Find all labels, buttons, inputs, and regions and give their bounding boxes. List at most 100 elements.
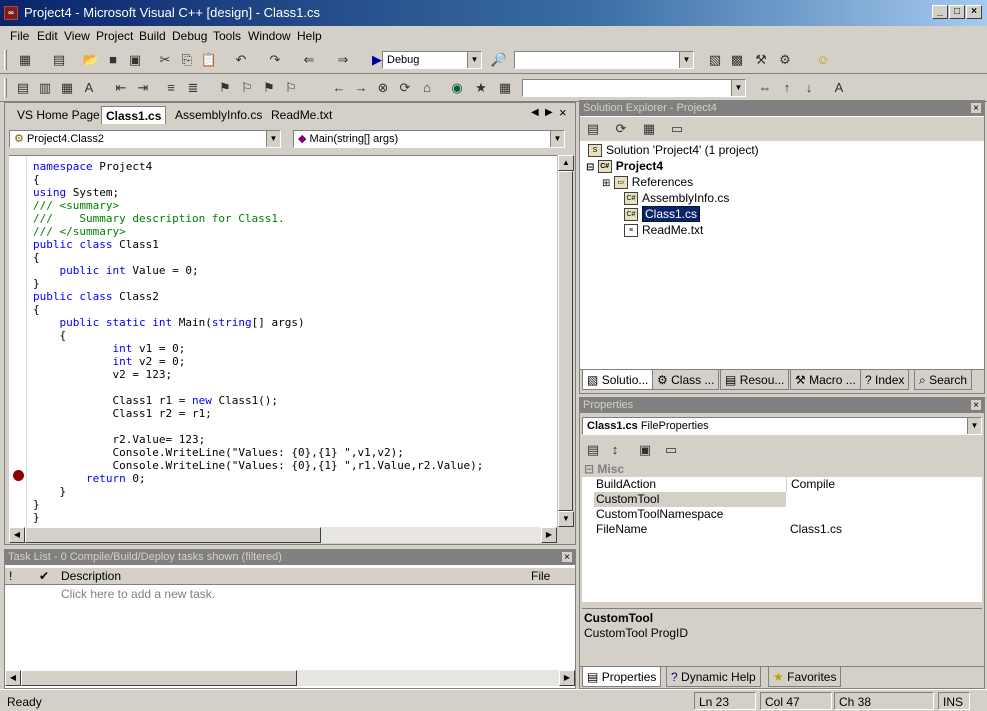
expand-icon[interactable]: ⊞ <box>602 178 610 189</box>
comment-icon[interactable]: ≡ <box>162 79 180 97</box>
find-in-files-icon[interactable]: 🔎 <box>490 51 508 69</box>
tab-index[interactable]: ? Index <box>860 370 910 390</box>
properties-title[interactable]: Properties × <box>580 398 984 413</box>
code-line[interactable]: r2.Value= 123; <box>33 433 205 446</box>
solution-explorer-icon[interactable]: ▧ <box>706 51 724 69</box>
hscroll-thumb[interactable] <box>25 527 321 543</box>
code-line[interactable]: int v2 = 0; <box>33 355 185 368</box>
code-line[interactable]: } <box>33 498 40 511</box>
tab-scroll-right-icon[interactable]: ▶ <box>545 107 553 118</box>
close-icon[interactable]: × <box>561 551 573 563</box>
close-icon[interactable]: × <box>970 102 982 114</box>
scroll-right-icon[interactable]: ▶ <box>559 670 575 686</box>
code-line[interactable]: Class1 r1 = new Class1(); <box>33 394 278 407</box>
category-misc[interactable]: ⊟ Misc <box>582 462 982 477</box>
add-task-placeholder[interactable]: Click here to add a new task. <box>61 587 215 601</box>
scroll-right-icon[interactable]: ▶ <box>541 527 557 543</box>
events-icon[interactable]: ▭ <box>662 441 680 459</box>
up-arrow-icon[interactable]: ↑ <box>778 79 796 97</box>
close-button[interactable]: × <box>966 5 982 19</box>
menu-edit[interactable]: Edit <box>37 29 58 43</box>
code-line[interactable]: Console.WriteLine("Values: {0},{1} ",v1,… <box>33 446 403 459</box>
priority-column-header[interactable]: ! <box>9 569 12 583</box>
sync-arrows-icon[interactable]: ⇔ <box>756 79 774 97</box>
code-line[interactable]: } <box>33 485 66 498</box>
scroll-thumb[interactable] <box>558 171 573 511</box>
tree-item-references[interactable]: ⊞ ▭ References <box>602 174 693 190</box>
scroll-down-icon[interactable]: ▼ <box>558 511 574 527</box>
code-line[interactable]: } <box>33 277 40 290</box>
code-line[interactable]: { <box>33 173 40 186</box>
forward-arrow-icon[interactable]: → <box>352 79 370 97</box>
code-line[interactable]: v2 = 123; <box>33 368 172 381</box>
menu-file[interactable]: File <box>10 29 29 43</box>
app-icon[interactable]: ∞ <box>4 6 18 20</box>
code-line[interactable]: public class Class2 <box>33 290 159 303</box>
breakpoint-icon[interactable] <box>13 470 24 481</box>
code-line[interactable]: int v1 = 0; <box>33 342 185 355</box>
font-size-icon[interactable]: ▦ <box>496 79 514 97</box>
url-combo[interactable]: ▼ <box>522 79 746 97</box>
collapse-icon[interactable]: ⊟ <box>584 462 594 476</box>
property-row[interactable]: BuildAction Compile <box>594 477 982 492</box>
checked-column-header[interactable]: ✔ <box>39 569 49 583</box>
down-arrow-icon[interactable]: ↓ <box>800 79 818 97</box>
tasklist-horizontal-scrollbar[interactable]: ◀ ▶ <box>5 670 575 686</box>
task-list-title[interactable]: Task List - 0 Compile/Build/Deploy tasks… <box>5 550 575 565</box>
undo-icon[interactable]: ↶ <box>232 51 250 69</box>
bookmark-toggle-icon[interactable]: ⚑ <box>216 79 234 97</box>
save-all-icon[interactable]: ▣ <box>126 51 144 69</box>
toolbar-grip[interactable] <box>4 50 7 70</box>
tree-item-readme[interactable]: ≡ ReadMe.txt <box>624 222 703 238</box>
bookmark-prev-icon[interactable]: ⚑ <box>260 79 278 97</box>
categorized-icon[interactable]: ▤ <box>584 441 602 459</box>
tree-item-assemblyinfo[interactable]: C# AssemblyInfo.cs <box>624 190 729 206</box>
maximize-button[interactable]: □ <box>949 5 965 19</box>
tab-scroll-left-icon[interactable]: ◀ <box>531 107 539 118</box>
favorites-icon[interactable]: ★ <box>472 79 490 97</box>
toolbar-grip[interactable] <box>4 78 7 98</box>
tab-resource-view[interactable]: ▤ Resou... <box>720 370 790 390</box>
menu-build[interactable]: Build <box>139 29 166 43</box>
code-line[interactable]: /// </summary> <box>33 225 126 238</box>
title-bar[interactable]: ∞ Project4 - Microsoft Visual C++ [desig… <box>0 0 987 26</box>
code-line[interactable]: public class Class1 <box>33 238 159 251</box>
tab-macro-explorer[interactable]: ⚒ Macro ... <box>790 370 861 390</box>
tab-dynamic-help[interactable]: ? Dynamic Help <box>666 667 761 687</box>
tree-project[interactable]: ⊟ C# Project4 <box>586 158 663 174</box>
properties-icon[interactable]: ▤ <box>584 120 602 138</box>
code-line[interactable]: { <box>33 251 40 264</box>
refresh-icon[interactable]: ⟳ <box>396 79 414 97</box>
tab-solution-explorer[interactable]: ▧ Solutio... <box>582 370 654 390</box>
close-tab-icon[interactable]: × <box>559 105 567 120</box>
property-pages-icon[interactable]: ▣ <box>636 441 654 459</box>
menu-window[interactable]: Window <box>248 29 291 43</box>
word-completion-icon[interactable]: A <box>80 79 98 97</box>
bookmark-clear-icon[interactable]: ⚐ <box>282 79 300 97</box>
menu-help[interactable]: Help <box>297 29 322 43</box>
member-select[interactable]: ◆ Main(string[] args) ▼ <box>293 130 565 148</box>
code-line[interactable]: } <box>33 511 40 524</box>
code-line[interactable]: using System; <box>33 186 119 199</box>
tab-class-view[interactable]: ⚙ Class ... <box>652 370 720 390</box>
menu-project[interactable]: Project <box>96 29 133 43</box>
font-icon[interactable]: A <box>830 79 848 97</box>
scroll-left-icon[interactable]: ◀ <box>9 527 25 543</box>
class-view-icon[interactable]: ⚙ <box>776 51 794 69</box>
code-line[interactable]: /// Summary description for Class1. <box>33 212 285 225</box>
save-icon[interactable]: ■ <box>104 51 122 69</box>
editor-horizontal-scrollbar[interactable]: ◀ ▶ <box>9 527 557 543</box>
property-row[interactable]: FileName Class1.cs <box>594 522 982 537</box>
decrease-indent-icon[interactable]: ⇤ <box>112 79 130 97</box>
copy-icon[interactable]: ⎘ <box>178 51 196 69</box>
refresh-icon[interactable]: ⟳ <box>612 120 630 138</box>
bookmark-next-icon[interactable]: ⚐ <box>238 79 256 97</box>
object-members-icon[interactable]: ▤ <box>14 79 32 97</box>
minimize-button[interactable]: _ <box>932 5 948 19</box>
code-line[interactable]: public int Value = 0; <box>33 264 199 277</box>
property-row-selected[interactable]: CustomTool <box>594 492 982 507</box>
add-item-icon[interactable]: ▤ <box>50 51 68 69</box>
cut-icon[interactable]: ✂ <box>156 51 174 69</box>
solution-explorer-title[interactable]: Solution Explorer - Project4 × <box>580 101 984 116</box>
parameter-info-icon[interactable]: ▥ <box>36 79 54 97</box>
